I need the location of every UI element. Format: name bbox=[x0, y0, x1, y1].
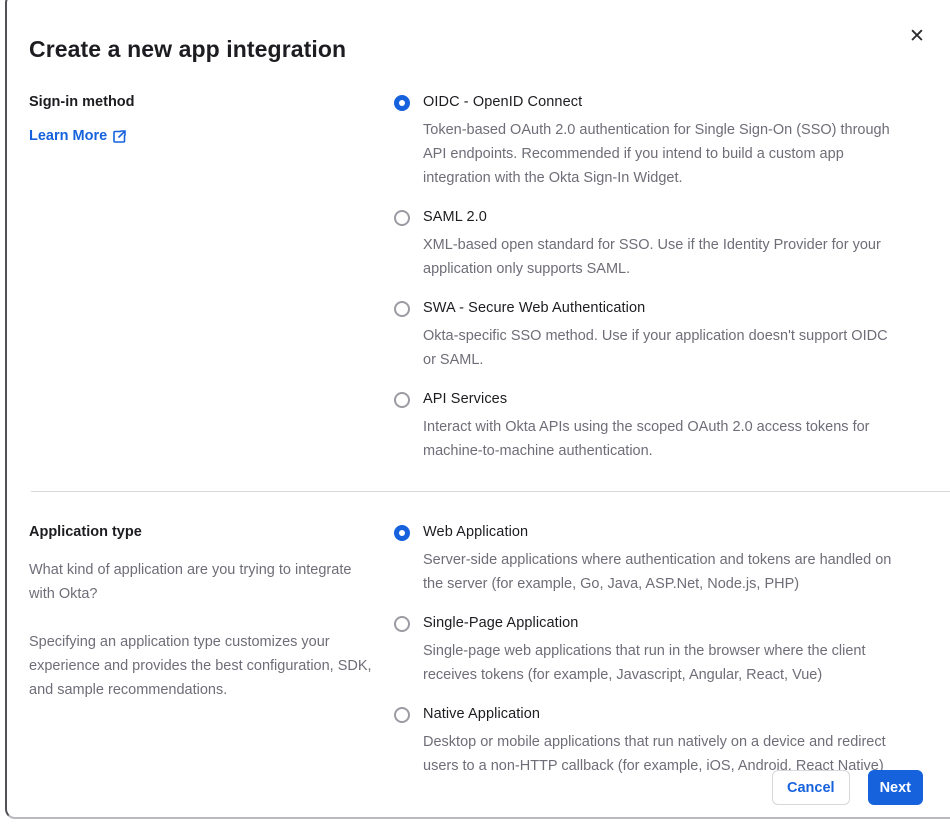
option-description: Okta-specific SSO method. Use if your ap… bbox=[423, 328, 888, 368]
option-description: XML-based open standard for SSO. Use if … bbox=[423, 237, 881, 277]
option-saml[interactable]: SAML 2.0 XML-based open standard for SSO… bbox=[394, 209, 902, 281]
option-oidc[interactable]: OIDC - OpenID Connect Token-based OAuth … bbox=[394, 94, 902, 190]
option-label: SWA - Secure Web Authentication bbox=[423, 300, 646, 316]
application-type-question: What kind of application are you trying … bbox=[29, 562, 352, 602]
option-single-page-application[interactable]: Single-Page Application Single-page web … bbox=[394, 615, 902, 687]
option-native-application[interactable]: Native Application Desktop or mobile app… bbox=[394, 706, 902, 778]
option-description: Interact with Okta APIs using the scoped… bbox=[423, 419, 870, 459]
option-label: API Services bbox=[423, 391, 508, 407]
option-web-application[interactable]: Web Application Server-side applications… bbox=[394, 524, 902, 596]
radio-api-services[interactable] bbox=[394, 392, 410, 408]
radio-saml[interactable] bbox=[394, 210, 410, 226]
learn-more-label: Learn More bbox=[29, 128, 108, 144]
external-link-icon bbox=[113, 129, 126, 143]
option-description: Single-page web applications that run in… bbox=[423, 643, 866, 683]
radio-oidc[interactable] bbox=[394, 95, 410, 111]
option-label: Single-Page Application bbox=[423, 615, 579, 631]
radio-native-application[interactable] bbox=[394, 707, 410, 723]
option-description: Token-based OAuth 2.0 authentication for… bbox=[423, 122, 890, 186]
option-label: OIDC - OpenID Connect bbox=[423, 94, 583, 110]
option-api-services[interactable]: API Services Interact with Okta APIs usi… bbox=[394, 391, 902, 463]
close-icon[interactable]: ✕ bbox=[904, 24, 930, 50]
option-swa[interactable]: SWA - Secure Web Authentication Okta-spe… bbox=[394, 300, 902, 372]
application-type-section: Application type What kind of applicatio… bbox=[29, 492, 950, 778]
option-label: Native Application bbox=[423, 706, 541, 722]
option-label: SAML 2.0 bbox=[423, 209, 487, 225]
next-button[interactable]: Next bbox=[867, 770, 923, 805]
radio-single-page-application[interactable] bbox=[394, 616, 410, 632]
learn-more-link[interactable]: Learn More bbox=[29, 128, 126, 144]
signin-method-label: Sign-in method bbox=[29, 94, 135, 110]
dialog-title: Create a new app integration bbox=[29, 36, 347, 62]
radio-web-application[interactable] bbox=[394, 525, 410, 541]
dialog-footer: Cancel Next bbox=[0, 770, 923, 805]
radio-swa[interactable] bbox=[394, 301, 410, 317]
signin-method-section: Sign-in method Learn More OIDC - OpenID … bbox=[29, 94, 950, 463]
create-app-integration-dialog: Create a new app integration Sign-in met… bbox=[5, 0, 950, 819]
application-type-help: Specifying an application type customize… bbox=[29, 634, 372, 698]
cancel-button[interactable]: Cancel bbox=[772, 770, 850, 805]
option-description: Server-side applications where authentic… bbox=[423, 552, 892, 592]
application-type-label: Application type bbox=[29, 524, 142, 540]
option-label: Web Application bbox=[423, 524, 529, 540]
